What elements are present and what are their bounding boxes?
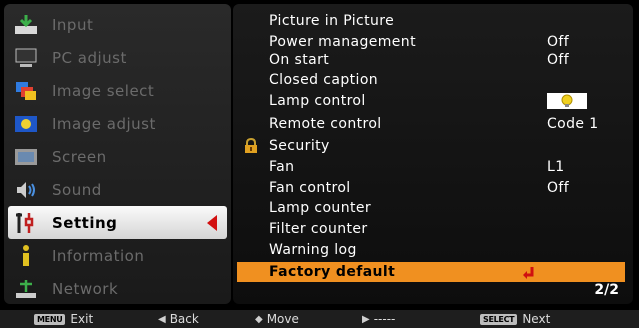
fan-control-item[interactable]: Fan control Off bbox=[233, 178, 625, 198]
screen-icon bbox=[12, 145, 40, 169]
factory-default-item[interactable]: Factory default bbox=[237, 262, 625, 282]
lock-icon bbox=[243, 137, 259, 154]
menu-item-sound[interactable]: Sound bbox=[4, 173, 231, 206]
select-key-badge: SELECT bbox=[480, 313, 518, 325]
menu-item-information[interactable]: Information bbox=[4, 239, 231, 272]
right-hint: ▶ ----- bbox=[362, 312, 396, 326]
menu-key-badge: MENU bbox=[34, 313, 66, 325]
enter-icon bbox=[522, 265, 536, 279]
menu-item-image-adjust[interactable]: Image adjust bbox=[4, 107, 231, 140]
fan-value: L1 bbox=[547, 159, 565, 175]
remote-control-value: Code 1 bbox=[547, 116, 599, 132]
image-adjust-icon bbox=[12, 112, 40, 136]
input-icon bbox=[12, 13, 40, 37]
next-hint: SELECT Next bbox=[480, 312, 550, 326]
lamp-control-item[interactable]: Lamp control bbox=[233, 91, 625, 111]
lamp-counter-item[interactable]: Lamp counter bbox=[233, 198, 625, 218]
information-icon bbox=[12, 244, 40, 268]
move-hint: ◆ Move bbox=[255, 312, 299, 326]
fan-item[interactable]: Fan L1 bbox=[233, 157, 625, 177]
main-menu: Input PC adjust Image select Image adjus… bbox=[4, 4, 231, 304]
on-start-item[interactable]: On start Off bbox=[233, 50, 625, 70]
menu-item-network[interactable]: Network bbox=[4, 272, 231, 305]
network-icon bbox=[12, 277, 40, 301]
back-hint: ◀ Back bbox=[158, 312, 199, 326]
image-select-icon bbox=[12, 79, 40, 103]
security-item[interactable]: Security bbox=[233, 136, 625, 156]
fan-control-value: Off bbox=[547, 180, 570, 196]
closed-caption-item[interactable]: Closed caption bbox=[233, 70, 625, 90]
sound-icon bbox=[12, 178, 40, 202]
right-arrow-icon: ▶ bbox=[362, 313, 370, 325]
warning-log-item[interactable]: Warning log bbox=[233, 240, 625, 260]
projector-osd: Input PC adjust Image select Image adjus… bbox=[0, 0, 639, 328]
left-arrow-icon: ◀ bbox=[158, 313, 166, 325]
menu-item-screen[interactable]: Screen bbox=[4, 140, 231, 173]
page-indicator: 2/2 bbox=[594, 282, 619, 298]
lamp-icon bbox=[547, 93, 587, 109]
pc-adjust-icon bbox=[12, 46, 40, 70]
up-down-arrow-icon: ◆ bbox=[255, 313, 263, 325]
filter-counter-item[interactable]: Filter counter bbox=[233, 219, 625, 239]
remote-control-item[interactable]: Remote control Code 1 bbox=[233, 114, 625, 134]
button-guide-bar: MENU Exit ◀ Back ◆ Move ▶ ----- SELECT N… bbox=[0, 310, 639, 328]
on-start-value: Off bbox=[547, 52, 570, 68]
menu-item-input[interactable]: Input bbox=[4, 8, 231, 41]
selected-arrow-icon bbox=[207, 215, 217, 231]
setting-submenu: Picture in Picture Power management Off … bbox=[233, 4, 633, 304]
power-management-item[interactable]: Power management Off bbox=[233, 32, 625, 52]
menu-item-pc-adjust[interactable]: PC adjust bbox=[4, 41, 231, 74]
exit-hint: MENU Exit bbox=[34, 312, 93, 326]
power-management-value: Off bbox=[547, 34, 570, 50]
menu-item-setting[interactable]: Setting bbox=[8, 206, 227, 239]
menu-item-image-select[interactable]: Image select bbox=[4, 74, 231, 107]
setting-icon bbox=[12, 211, 40, 235]
picture-in-picture-item[interactable]: Picture in Picture bbox=[233, 11, 625, 31]
